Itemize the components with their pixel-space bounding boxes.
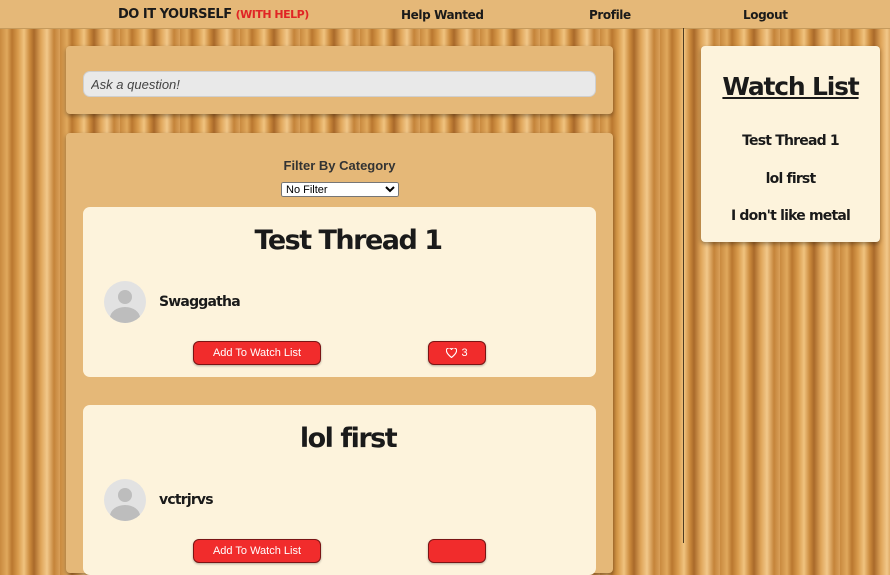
watch-list-panel: Watch List Test Thread 1 lol first I don… (701, 46, 880, 242)
site-logo[interactable]: DO IT YOURSELF (WITH HELP) (118, 7, 309, 22)
thread-feed: Filter By Category No Filter Test Thread… (66, 133, 613, 575)
watch-list-item[interactable]: I don't like metal (701, 208, 880, 224)
watch-list-title: Watch List (722, 72, 859, 101)
like-button[interactable]: 3 (428, 341, 486, 365)
column-divider (683, 28, 684, 543)
filter-label: Filter By Category (283, 158, 396, 173)
add-to-watch-list-button[interactable]: Add To Watch List (193, 341, 321, 365)
heart-icon (446, 348, 458, 358)
avatar-icon (104, 479, 146, 521)
thread-author[interactable]: Swaggatha (159, 294, 241, 310)
logo-main-text: DO IT YOURSELF (118, 7, 232, 22)
like-count: 3 (461, 347, 468, 359)
watch-list-item[interactable]: lol first (701, 171, 880, 187)
nav-link-profile[interactable]: Profile (589, 8, 631, 22)
thread-title[interactable]: Test Thread 1 (83, 225, 613, 256)
top-nav: DO IT YOURSELF (WITH HELP) Help Wanted P… (0, 0, 890, 29)
add-to-watch-list-label: Add To Watch List (212, 347, 302, 359)
thread-card: lol first vctrjrvs Add To Watch List (83, 405, 596, 575)
thread-card: Test Thread 1 Swaggatha Add To Watch Lis… (83, 207, 596, 377)
thread-author[interactable]: vctrjrvs (159, 492, 214, 508)
nav-link-logout[interactable]: Logout (743, 8, 788, 22)
ask-panel (66, 46, 613, 114)
logo-accent-text: (WITH HELP) (235, 8, 310, 21)
category-filter-select[interactable]: No Filter (281, 182, 399, 197)
watch-list-item[interactable]: Test Thread 1 (701, 133, 880, 149)
add-to-watch-list-label: Add To Watch List (212, 545, 302, 557)
ask-question-input[interactable] (83, 71, 596, 97)
avatar-icon (104, 281, 146, 323)
thread-title[interactable]: lol first (83, 423, 613, 454)
nav-link-help-wanted[interactable]: Help Wanted (401, 8, 484, 22)
